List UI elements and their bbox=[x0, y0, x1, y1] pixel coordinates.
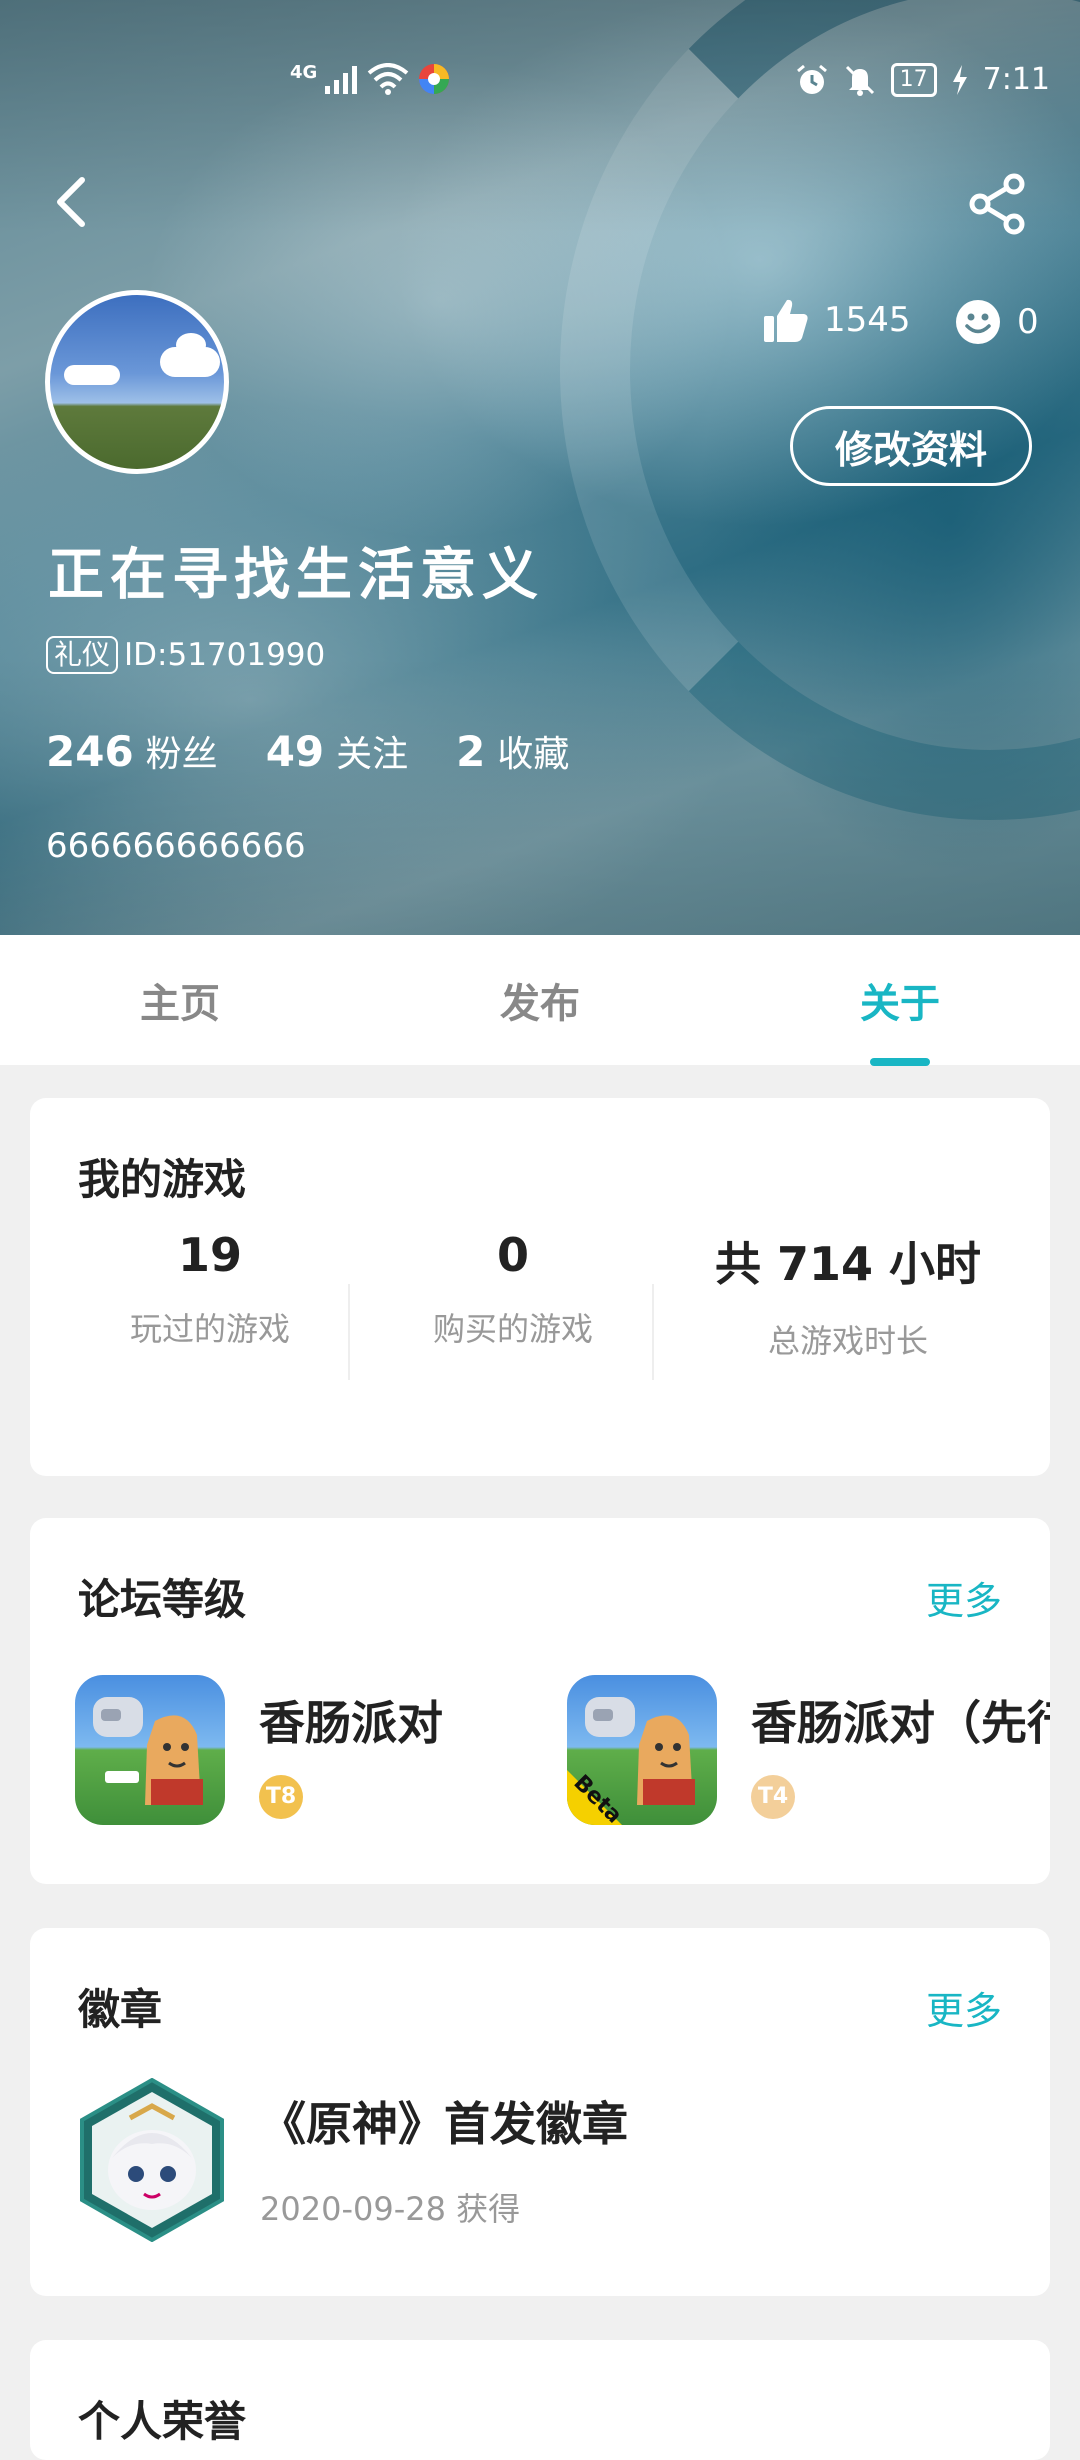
fans-count[interactable]: 246 bbox=[46, 727, 134, 776]
card-title: 个人荣誉 bbox=[78, 2397, 247, 2446]
thumbs-up-icon bbox=[764, 299, 808, 342]
badge-name: 《原神》首发徽章 bbox=[260, 2097, 628, 2151]
network-type: 4G bbox=[290, 62, 318, 83]
share-icon[interactable] bbox=[966, 172, 1030, 236]
playtime-total: 共 714 小时 bbox=[714, 1237, 982, 1291]
card-title: 我的游戏 bbox=[78, 1155, 247, 1204]
genshin-paimon-badge-icon[interactable] bbox=[78, 2078, 226, 2242]
divider bbox=[348, 1284, 350, 1380]
favorites-count[interactable]: 2 bbox=[456, 727, 485, 776]
clock: 7:11 bbox=[982, 62, 1050, 97]
purchased-games-stat[interactable]: 0 购买的游戏 bbox=[363, 1228, 663, 1350]
smiley-icon bbox=[956, 300, 1000, 344]
id-row: 礼仪 ID:51701990 bbox=[46, 636, 325, 674]
favorites-label[interactable]: 收藏 bbox=[497, 725, 569, 777]
level-badge-icon: T8 bbox=[259, 1775, 303, 1819]
badge-date: 2020-09-28 获得 bbox=[260, 2190, 521, 2228]
purchased-games-label: 购买的游戏 bbox=[432, 1310, 593, 1348]
tab-posts[interactable]: 发布 bbox=[390, 935, 690, 1065]
following-count[interactable]: 49 bbox=[266, 727, 324, 776]
played-games-stat[interactable]: 19 玩过的游戏 bbox=[60, 1228, 360, 1350]
mute-bell-icon bbox=[845, 65, 874, 96]
following-label[interactable]: 关注 bbox=[336, 725, 408, 777]
tab-about[interactable]: 关于 bbox=[750, 935, 1050, 1065]
purchased-games-count: 0 bbox=[496, 1228, 529, 1282]
more-link[interactable]: 更多 bbox=[926, 1980, 1002, 2035]
likes-count: 1545 bbox=[824, 300, 911, 340]
more-link[interactable]: 更多 bbox=[926, 1570, 1002, 1625]
forum-level-item[interactable]: 香肠派对 T8 bbox=[75, 1675, 515, 1825]
wifi-icon bbox=[368, 63, 409, 95]
playtime-label: 总游戏时长 bbox=[767, 1322, 928, 1360]
reactions-counter[interactable]: 0 bbox=[955, 292, 1039, 352]
playtime-stat[interactable]: 共 714 小时 总游戏时长 bbox=[698, 1228, 998, 1362]
forum-level-card: 论坛等级 更多 香肠派对 T8 Beta 香肠派对（先行 T4 bbox=[30, 1518, 1050, 1884]
avatar[interactable] bbox=[45, 290, 229, 474]
divider bbox=[652, 1284, 654, 1380]
game-name: 香肠派对 bbox=[259, 1696, 443, 1750]
active-tab-indicator bbox=[870, 1058, 930, 1066]
card-title: 论坛等级 bbox=[78, 1575, 247, 1624]
sausage-party-icon bbox=[75, 1675, 225, 1825]
level-badge-icon: T4 bbox=[751, 1775, 795, 1819]
reactions-count: 0 bbox=[1017, 302, 1039, 342]
charging-icon bbox=[952, 64, 967, 95]
battery-indicator: 17 bbox=[890, 62, 937, 97]
title-tag[interactable]: 礼仪 bbox=[46, 636, 119, 674]
profile-header: 4G 17 7:11 1545 0 修改资料 正在寻找生活意义 礼仪 ID:51… bbox=[0, 0, 1080, 935]
user-id: ID:51701990 bbox=[124, 637, 326, 673]
status-bar: 4G 17 7:11 bbox=[0, 40, 1080, 120]
bio: 666666666666 bbox=[46, 826, 306, 866]
honors-card: 个人荣誉 bbox=[30, 2340, 1050, 2460]
back-arrow-icon[interactable] bbox=[44, 172, 104, 232]
likes-counter[interactable]: 1545 bbox=[762, 290, 911, 350]
app-notification-icon bbox=[419, 64, 450, 94]
signal-icon bbox=[325, 66, 358, 94]
badges-card: 徽章 更多 《原神》首发徽章 2020-09-28 获得 bbox=[30, 1928, 1050, 2296]
played-games-count: 19 bbox=[177, 1228, 242, 1282]
edit-profile-button[interactable]: 修改资料 bbox=[790, 406, 1032, 486]
game-name: 香肠派对（先行服） bbox=[751, 1696, 1050, 1750]
follow-stats: 246 粉丝 49 关注 2 收藏 bbox=[46, 725, 617, 777]
alarm-icon bbox=[796, 64, 827, 94]
tab-home[interactable]: 主页 bbox=[30, 935, 330, 1065]
nickname: 正在寻找生活意义 bbox=[48, 543, 544, 608]
card-title: 徽章 bbox=[78, 1985, 163, 2034]
played-games-label: 玩过的游戏 bbox=[129, 1310, 290, 1348]
fans-label[interactable]: 粉丝 bbox=[146, 725, 218, 777]
profile-tabs: 主页 发布 关于 bbox=[0, 935, 1080, 1065]
my-games-card: 我的游戏 19 玩过的游戏 0 购买的游戏 共 714 小时 总游戏时长 bbox=[30, 1098, 1050, 1476]
sausage-party-beta-icon: Beta bbox=[567, 1675, 717, 1825]
forum-level-item[interactable]: Beta 香肠派对（先行服） T4 bbox=[567, 1675, 1050, 1825]
